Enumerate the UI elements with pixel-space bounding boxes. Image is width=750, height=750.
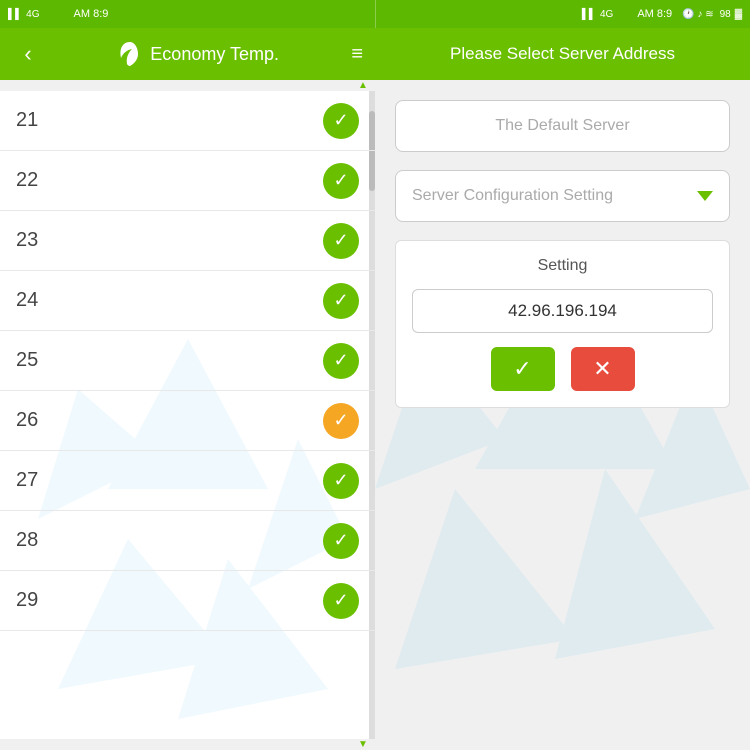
list-item[interactable]: 29 ✓ [0,571,375,631]
list-item-number: 25 [16,349,38,372]
battery-right: 98 [720,9,731,20]
ip-address-input[interactable]: 42.96.196.194 [412,289,713,333]
list-item-number: 29 [16,589,38,612]
scroll-up-area: ▲ [0,80,375,91]
check-circle: ✓ [323,223,359,259]
status-bar-right: ▌▌ 4G AM 8:9 🕐 ♪ ≋ 98 ▓ [376,0,750,28]
default-server-button[interactable]: The Default Server [395,100,730,152]
list-item[interactable]: 22 ✓ [0,151,375,211]
app-title: Economy Temp. [150,44,279,65]
time-right: AM 8:9 [637,8,672,20]
check-circle: ✓ [323,343,359,379]
list-item-number: 27 [16,469,38,492]
leaf-icon [116,40,144,68]
right-title: Please Select Server Address [450,44,675,64]
check-circle: ✓ [323,403,359,439]
check-mark: ✓ [333,110,348,131]
main-area: ‹ Economy Temp. ≡ ▲ 21 ✓ 22 ✓ [0,28,750,750]
check-mark: ✓ [333,530,348,551]
right-header: Please Select Server Address [375,28,750,80]
ip-address-value: 42.96.196.194 [508,301,617,321]
list-item-number: 21 [16,109,38,132]
list-item-number: 28 [16,529,38,552]
list-item-number: 22 [16,169,38,192]
app-title-area: Economy Temp. [116,40,279,68]
check-mark: ✓ [333,410,348,431]
setting-box: Setting 42.96.196.194 ✓ ✕ [395,240,730,408]
list-items-container: 21 ✓ 22 ✓ 23 ✓ 24 ✓ 25 ✓ 26 [0,91,375,631]
list-item-number: 23 [16,229,38,252]
check-mark: ✓ [333,590,348,611]
list-item[interactable]: 25 ✓ [0,331,375,391]
confirm-icon: ✓ [513,356,531,382]
dropdown-arrow-icon [697,191,713,201]
setting-actions: ✓ ✕ [412,347,713,391]
check-circle: ✓ [323,163,359,199]
icons-right: 🕐 ♪ ≋ [682,9,713,20]
list-item[interactable]: 24 ✓ [0,271,375,331]
check-mark: ✓ [333,290,348,311]
check-circle: ✓ [323,283,359,319]
signal-left: ▌▌ [8,9,22,20]
scroll-down-indicator: ▼ [353,739,373,750]
confirm-button[interactable]: ✓ [491,347,555,391]
cancel-icon: ✕ [593,356,611,382]
list-item-number: 24 [16,289,38,312]
cancel-button[interactable]: ✕ [571,347,635,391]
server-config-button[interactable]: Server Configuration Setting [395,170,730,222]
check-circle: ✓ [323,103,359,139]
time-left: AM 8:9 [74,8,109,20]
list-item[interactable]: 27 ✓ [0,451,375,511]
server-config-label: Server Configuration Setting [412,187,613,205]
scroll-up-indicator: ▲ [353,80,373,91]
signal-type-left: 4G [26,9,39,20]
scroll-down-area: ▼ [0,739,375,750]
list-item-number: 26 [16,409,38,432]
list-item[interactable]: 28 ✓ [0,511,375,571]
signal-type-right: 4G [600,9,613,20]
right-panel: Please Select Server Address The Default… [375,28,750,750]
menu-button[interactable]: ≡ [351,43,363,66]
list-item[interactable]: 21 ✓ [0,91,375,151]
status-bar-left: ▌▌ 4G AM 8:9 [0,0,375,28]
signal-right: ▌▌ [582,9,596,20]
back-button[interactable]: ‹ [12,38,44,70]
check-circle: ✓ [323,463,359,499]
right-content: The Default Server Server Configuration … [375,80,750,750]
check-mark: ✓ [333,230,348,251]
setting-title: Setting [412,257,713,275]
check-mark: ✓ [333,350,348,371]
check-circle: ✓ [323,523,359,559]
list-item[interactable]: 26 ✓ [0,391,375,451]
check-mark: ✓ [333,470,348,491]
list-item[interactable]: 23 ✓ [0,211,375,271]
left-panel: ‹ Economy Temp. ≡ ▲ 21 ✓ 22 ✓ [0,28,375,750]
battery-icon: ▓ [735,9,742,20]
check-circle: ✓ [323,583,359,619]
left-header: ‹ Economy Temp. ≡ [0,28,375,80]
status-bar: ▌▌ 4G AM 8:9 ▌▌ 4G AM 8:9 🕐 ♪ ≋ 98 ▓ [0,0,750,28]
check-mark: ✓ [333,170,348,191]
list-area[interactable]: 21 ✓ 22 ✓ 23 ✓ 24 ✓ 25 ✓ 26 [0,91,375,739]
default-server-label: The Default Server [495,117,629,135]
